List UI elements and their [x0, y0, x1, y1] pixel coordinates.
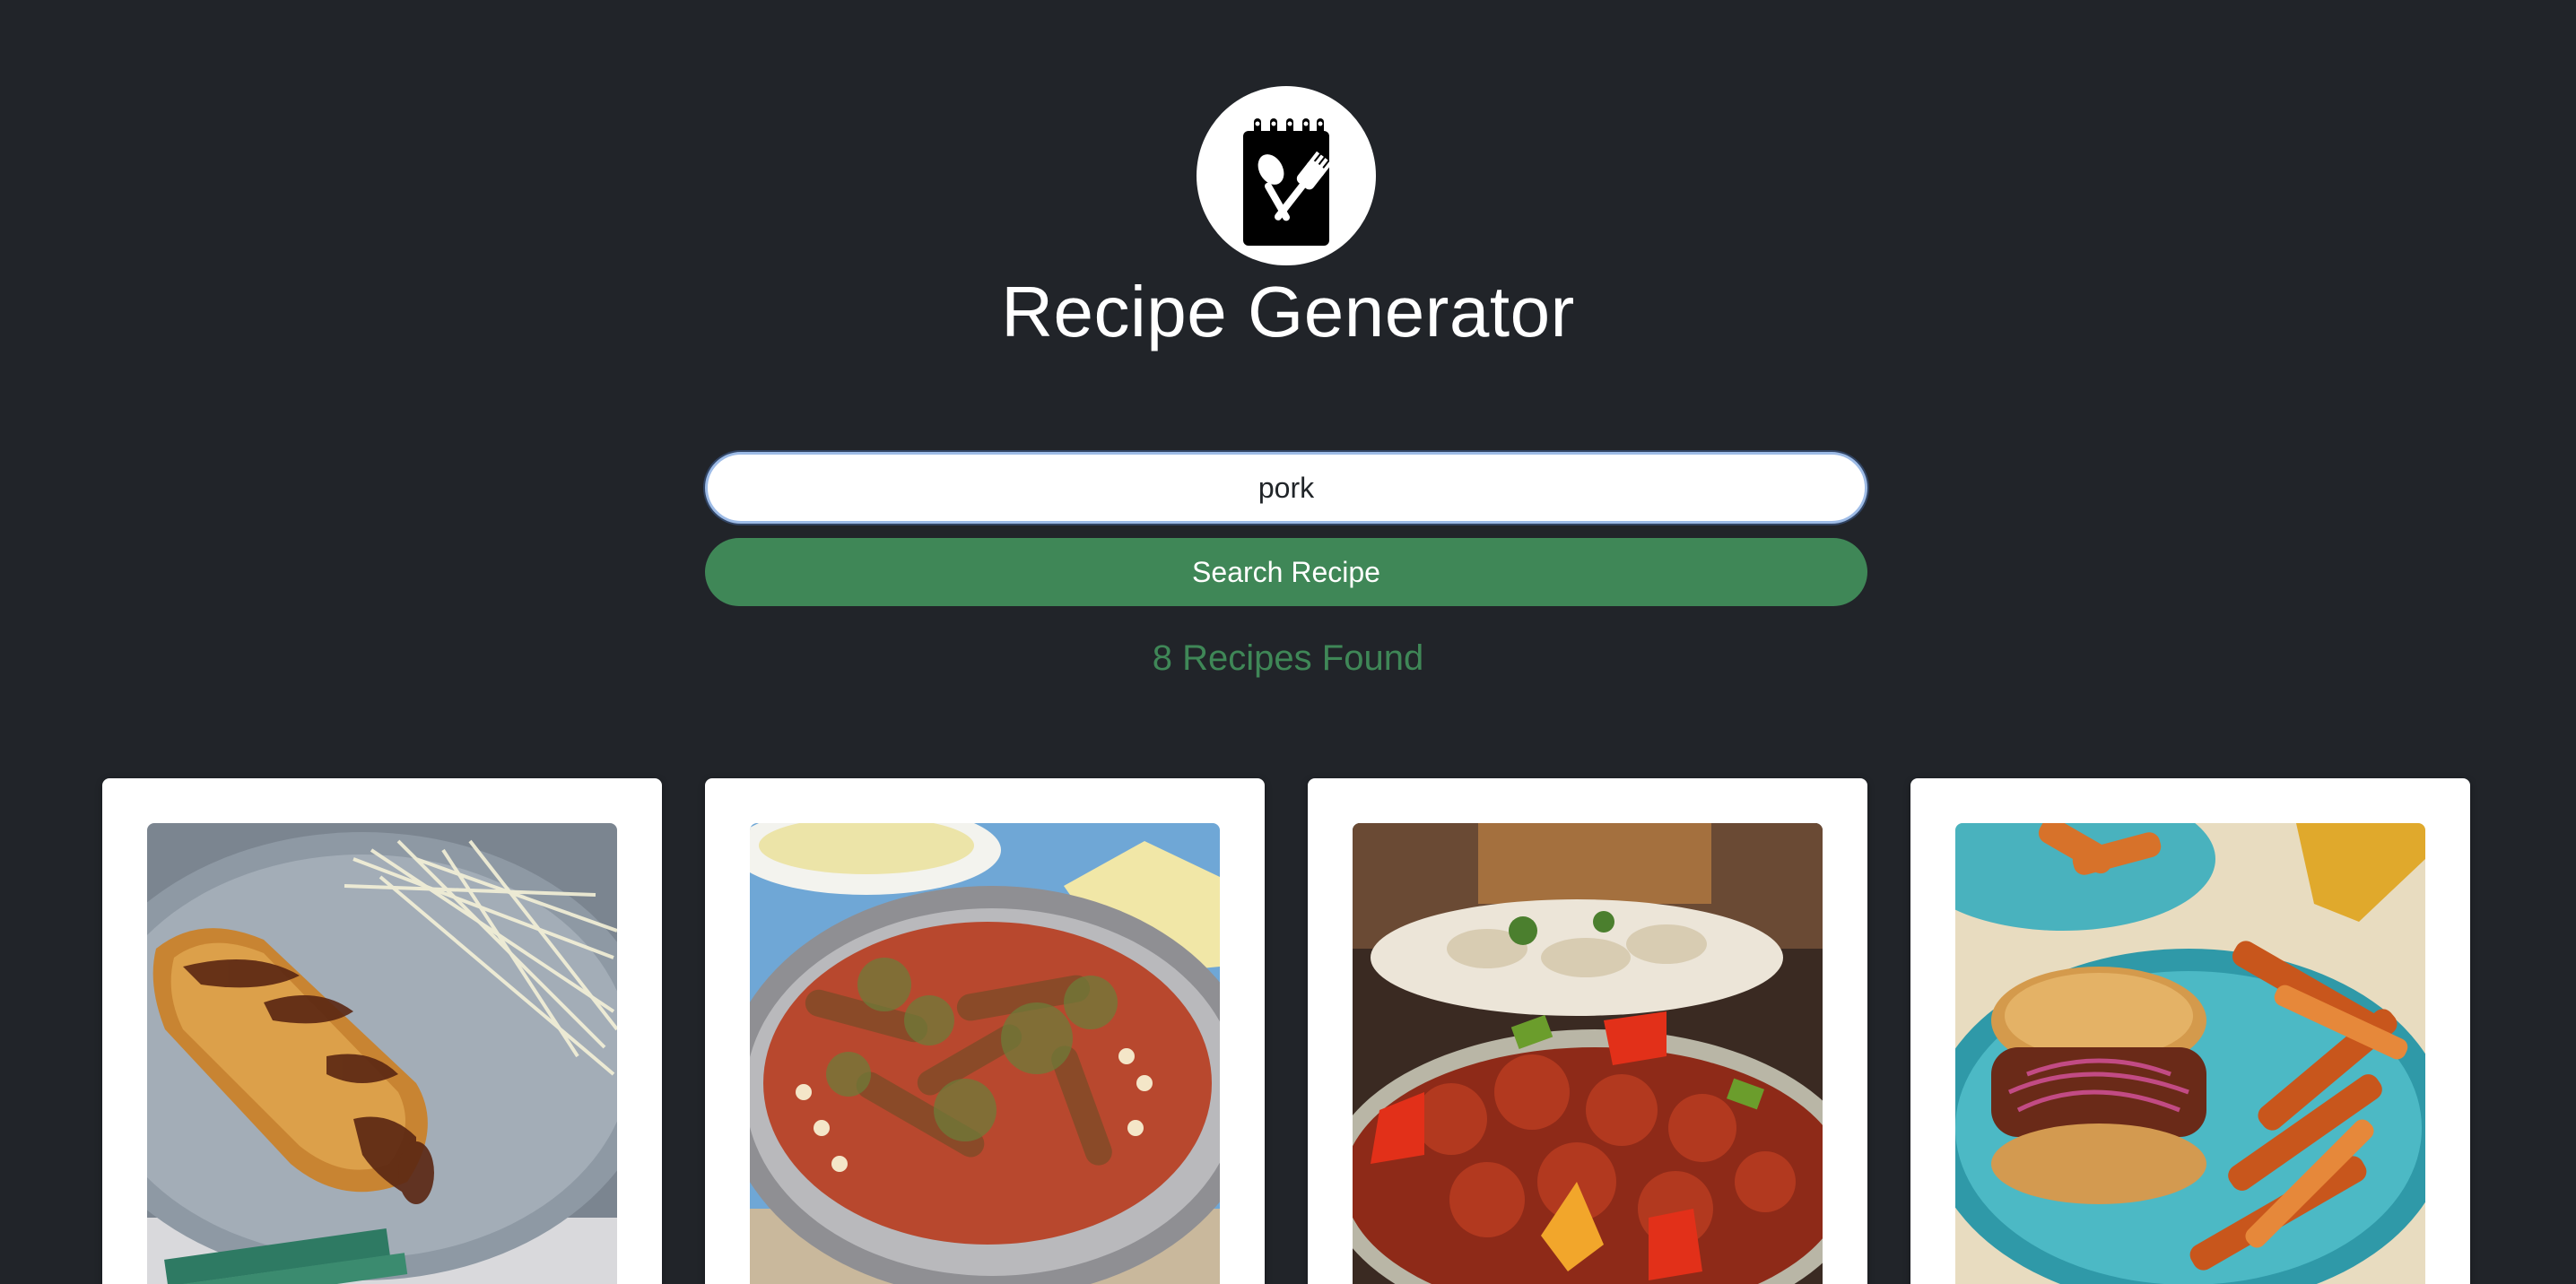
recipe-image[interactable]: [750, 823, 1220, 1284]
recipe-image[interactable]: [147, 823, 617, 1284]
app-title: Recipe Generator: [1001, 272, 1575, 351]
recipe-search-input[interactable]: [705, 452, 1867, 524]
sweet-and-sour-pork-food-photo: [1353, 823, 1823, 1284]
pulled-pork-sandwich-fries-food-photo: [1955, 823, 2425, 1284]
search-form: Search Recipe: [705, 452, 1867, 606]
recipe-image[interactable]: [1353, 823, 1823, 1284]
pork-cutlet-food-photo: [147, 823, 617, 1284]
recipe-generator-page: Recipe Generator Search Recipe 8 Recipes…: [0, 0, 2576, 1284]
recipe-card[interactable]: [705, 778, 1265, 1284]
recipe-notepad-utensils-icon: [1243, 118, 1333, 246]
results-count: 8 Recipes Found: [1152, 638, 1424, 678]
recipe-card[interactable]: [1910, 778, 2470, 1284]
recipe-card[interactable]: [102, 778, 662, 1284]
app-logo: [1197, 86, 1376, 265]
search-recipe-button[interactable]: Search Recipe: [705, 538, 1867, 606]
recipe-image[interactable]: [1955, 823, 2425, 1284]
recipe-card[interactable]: [1308, 778, 1867, 1284]
sausage-bean-casserole-food-photo: [750, 823, 1220, 1284]
